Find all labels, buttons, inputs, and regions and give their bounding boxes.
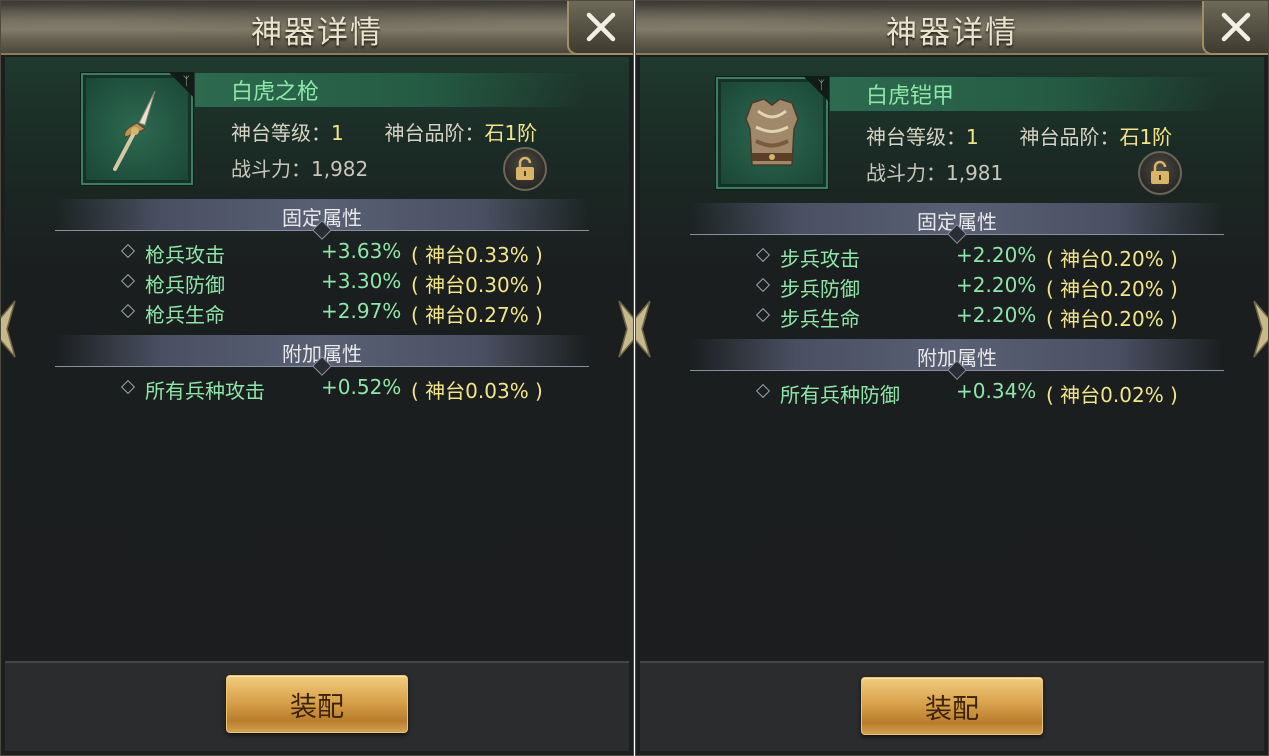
attr-name: 所有兵种攻击	[145, 379, 265, 403]
next-arrow-button[interactable]	[615, 297, 633, 361]
extra-attributes-header: 附加属性	[690, 339, 1224, 380]
attr-name: 步兵防御	[780, 277, 860, 301]
altar-grade-label: 神台品阶：	[1019, 125, 1120, 149]
prev-arrow-button[interactable]	[636, 297, 654, 361]
attr-value: +3.63%	[321, 239, 402, 263]
artifact-detail-panel-left: 神器详情 ᛉ 白虎之枪 神台等级：1 神台品阶：石1阶 战斗力：1,982 固定…	[0, 0, 634, 756]
content-area: ᛉ 白虎铠甲 神台等级：1 神台品阶：石1阶 战斗力：1,981 固定属性 步兵…	[640, 57, 1264, 661]
power-label: 战斗力：	[866, 161, 946, 185]
diamond-bullet-icon	[755, 277, 771, 293]
altar-grade-value: 石1阶	[1119, 125, 1173, 149]
footer-bar: 装配	[640, 661, 1264, 751]
extra-attributes-header: 附加属性	[55, 335, 589, 376]
altar-level-label: 神台等级：	[866, 125, 966, 149]
attr-value: +2.20%	[956, 273, 1037, 297]
attr-base: ( 神台0.30% )	[411, 273, 543, 297]
power-line: 战斗力：1,981	[866, 157, 1003, 186]
power-value: 1,982	[311, 157, 369, 181]
altar-level-line: 神台等级：1 神台品阶：石1阶	[231, 117, 537, 146]
item-name: 白虎之枪	[231, 80, 320, 105]
tier-mark-icon: ᛉ	[182, 74, 190, 88]
attr-name: 步兵生命	[780, 307, 860, 331]
arrow-right-icon	[1253, 300, 1268, 358]
diamond-bullet-icon	[755, 247, 771, 263]
spear-icon	[113, 90, 156, 171]
lock-button[interactable]	[503, 147, 547, 191]
arrow-left-icon	[636, 300, 651, 358]
unlock-icon	[516, 156, 534, 180]
altar-level-value: 1	[966, 125, 979, 149]
attr-base: ( 神台0.33% )	[411, 243, 543, 267]
altar-level-label: 神台等级：	[231, 121, 331, 145]
altar-level-value: 1	[331, 121, 344, 145]
prev-arrow-button[interactable]	[1, 297, 19, 361]
altar-level-line: 神台等级：1 神台品阶：石1阶	[866, 121, 1172, 150]
next-arrow-button[interactable]	[1250, 297, 1268, 361]
attr-value: +2.20%	[956, 243, 1037, 267]
attr-base: ( 神台0.03% )	[411, 379, 543, 403]
attr-value: +2.20%	[956, 303, 1037, 327]
attr-base: ( 神台0.20% )	[1046, 247, 1178, 271]
attr-name: 枪兵生命	[145, 303, 225, 327]
attr-value: +3.30%	[321, 269, 402, 293]
arrow-right-icon	[618, 300, 633, 358]
attr-name: 枪兵攻击	[145, 243, 225, 267]
panel-title: 神器详情	[886, 15, 1018, 51]
altar-grade-label: 神台品阶：	[384, 121, 485, 145]
close-button[interactable]	[567, 1, 633, 55]
attr-value: +2.97%	[321, 299, 402, 323]
lock-button[interactable]	[1138, 151, 1182, 195]
attr-name: 步兵攻击	[780, 247, 860, 271]
diamond-bullet-icon	[755, 307, 771, 323]
close-icon	[586, 12, 616, 42]
tier-mark-icon: ᛉ	[817, 78, 825, 92]
arrow-left-icon	[1, 300, 16, 358]
diamond-bullet-icon	[120, 273, 136, 289]
title-bar: 神器详情	[636, 1, 1268, 55]
content-area: ᛉ 白虎之枪 神台等级：1 神台品阶：石1阶 战斗力：1,982 固定属性 枪兵…	[5, 57, 629, 661]
diamond-bullet-icon	[120, 303, 136, 319]
attr-name: 所有兵种防御	[780, 383, 900, 407]
close-icon	[1221, 12, 1251, 42]
armor-icon	[745, 98, 799, 166]
attr-base: ( 神台0.02% )	[1046, 383, 1178, 407]
equip-button[interactable]: 装配	[861, 677, 1043, 735]
altar-grade-value: 石1阶	[484, 121, 538, 145]
attr-value: +0.52%	[321, 375, 402, 399]
fixed-attributes-header: 固定属性	[55, 199, 589, 240]
artifact-detail-panel-right: 神器详情 ᛉ 白虎铠甲 神台等级：1 神台品阶：石1阶 战斗力：1,981 固定…	[635, 0, 1269, 756]
diamond-bullet-icon	[120, 379, 136, 395]
attr-name: 枪兵防御	[145, 273, 225, 297]
title-bar: 神器详情	[1, 1, 633, 55]
close-button[interactable]	[1202, 1, 1268, 55]
attr-base: ( 神台0.20% )	[1046, 277, 1178, 301]
equip-button[interactable]: 装配	[226, 675, 408, 733]
attr-value: +0.34%	[956, 379, 1037, 403]
attr-base: ( 神台0.20% )	[1046, 307, 1178, 331]
unlock-icon	[1151, 160, 1169, 184]
diamond-bullet-icon	[120, 243, 136, 259]
item-icon-frame[interactable]: ᛉ	[81, 73, 193, 185]
power-line: 战斗力：1,982	[231, 153, 368, 182]
diamond-bullet-icon	[755, 383, 771, 399]
power-value: 1,981	[946, 161, 1004, 185]
item-icon-frame[interactable]: ᛉ	[716, 77, 828, 189]
footer-bar: 装配	[5, 661, 629, 751]
power-label: 战斗力：	[231, 157, 311, 181]
panel-title: 神器详情	[251, 15, 383, 51]
item-name: 白虎铠甲	[866, 84, 955, 109]
attr-base: ( 神台0.27% )	[411, 303, 543, 327]
fixed-attributes-header: 固定属性	[690, 203, 1224, 244]
